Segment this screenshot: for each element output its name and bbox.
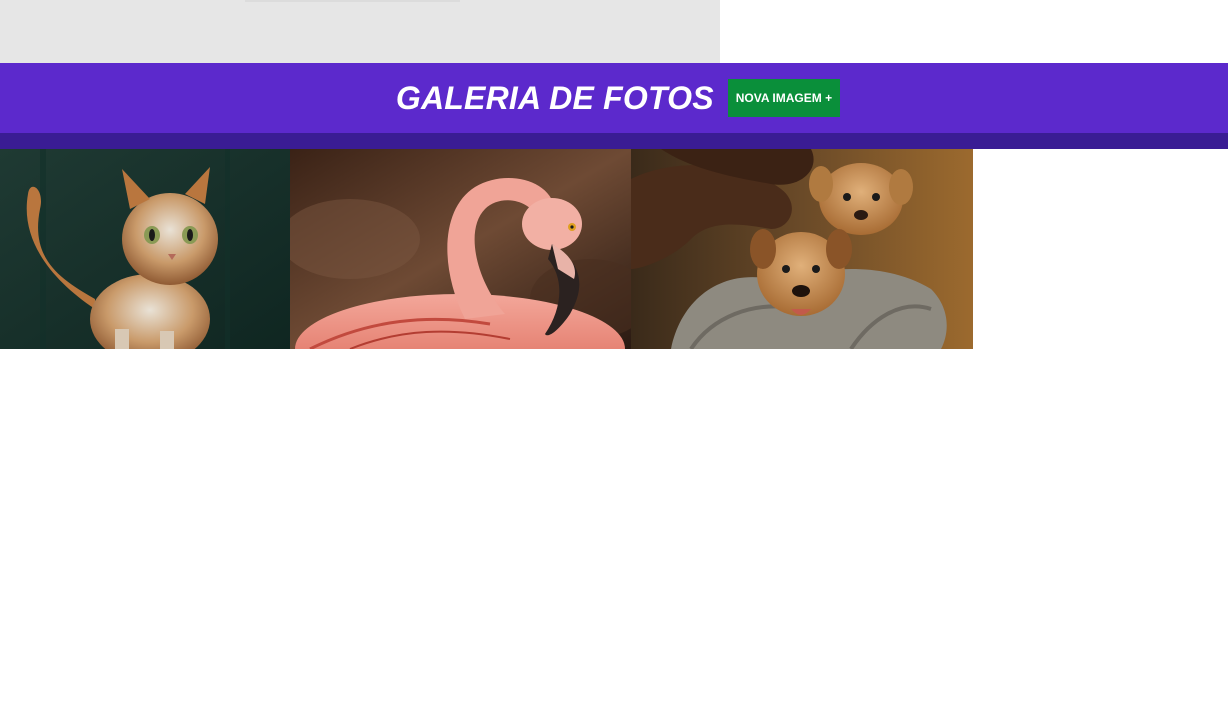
top-placeholder-bar bbox=[0, 0, 720, 63]
flamingo-image bbox=[290, 149, 631, 349]
page-title: GALERIA DE FOTOS bbox=[395, 79, 714, 116]
puppies-image bbox=[631, 149, 973, 349]
photo-gallery bbox=[0, 149, 973, 349]
gallery-photo-puppies[interactable] bbox=[631, 149, 973, 349]
page-header: GALERIA DE FOTOS NOVA IMAGEM + bbox=[0, 63, 1228, 133]
header-bottom-strip bbox=[0, 133, 1228, 149]
new-image-button[interactable]: NOVA IMAGEM + bbox=[727, 79, 841, 117]
cat-image bbox=[0, 149, 290, 349]
top-divider bbox=[245, 0, 460, 2]
gallery-photo-flamingo[interactable] bbox=[290, 149, 631, 349]
gallery-photo-cat[interactable] bbox=[0, 149, 290, 349]
